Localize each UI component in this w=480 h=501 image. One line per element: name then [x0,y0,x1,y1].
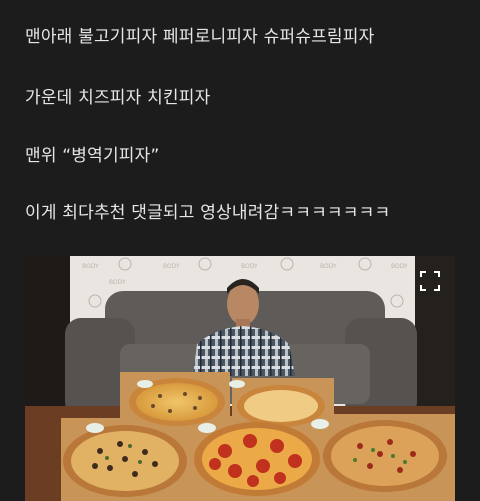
backdrop-logo-2: BODY [163,263,180,270]
post-text-line-3: 맨위 “병역기피자” [25,146,160,166]
backdrop-logo-6: BODY [391,263,408,270]
post-text-line-2: 가운데 치즈피자 치킨피자 [25,88,211,108]
backdrop-logo-3: BODY [241,263,258,270]
post-text-line-1: 맨아래 불고기피자 페퍼로니피자 슈퍼슈프림피자 [25,27,375,47]
pizza-scene: BODY BODY BODY BODY BODY BODY [25,256,455,501]
post-text-line-4: 이게 최다추천 댓글되고 영상내려감ㅋㅋㅋㅋㅋㅋㅋ [25,203,391,223]
backdrop-logo-5: BODY [109,279,126,286]
expand-icon[interactable] [419,270,441,292]
backdrop-logo-1: BODY [82,263,99,270]
backdrop-logo-4: BODY [320,263,337,270]
embedded-photo[interactable]: BODY BODY BODY BODY BODY BODY [25,256,455,501]
